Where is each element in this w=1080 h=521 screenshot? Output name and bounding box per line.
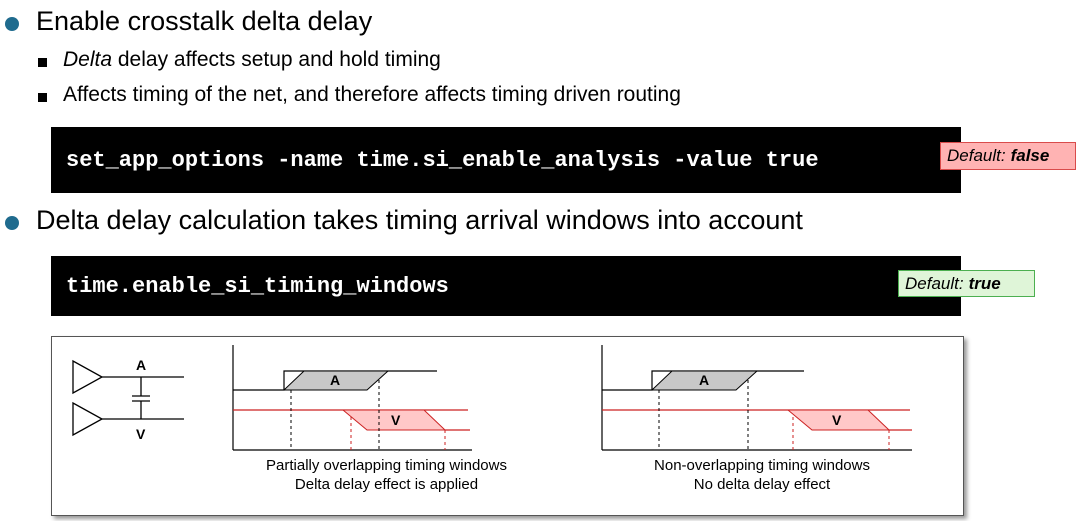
- sub-bullet-square-2: [38, 93, 47, 102]
- default-true-value: true: [968, 273, 1001, 293]
- right-caption-line2: No delta delay effect: [693, 476, 831, 493]
- bullet-1-text: Enable crosstalk delta delay: [36, 6, 373, 36]
- net-v-label: V: [136, 426, 146, 442]
- code-block-1-text: set_app_options -name time.si_enable_ana…: [66, 147, 819, 173]
- default-true-label: Default:: [905, 273, 964, 293]
- bullet-2-text: Delta delay calculation takes timing arr…: [36, 205, 803, 235]
- code-block-2: time.enable_si_timing_windows: [51, 256, 961, 316]
- default-false-label: Default:: [947, 146, 1006, 165]
- buffer-v-icon: [72, 401, 104, 437]
- net-a-label: A: [136, 357, 146, 373]
- sub-bullet-2-text: Affects timing of the net, and therefore…: [63, 83, 681, 107]
- sub-bullet-square-1: [38, 58, 47, 67]
- right-window-a-label: A: [699, 372, 709, 388]
- default-false-badge: Default: false: [940, 142, 1076, 170]
- default-true-badge: Default: true: [898, 270, 1035, 297]
- default-false-value: false: [1010, 146, 1050, 165]
- crosstalk-circuit: [72, 359, 184, 437]
- bullet-dot-2: [5, 216, 19, 230]
- left-timing-diagram: A V: [232, 345, 472, 451]
- sub-bullet-2-rest: Affects timing of the net, and therefore…: [63, 83, 681, 106]
- buffer-a-icon: [72, 359, 104, 395]
- left-window-a-label: A: [330, 372, 340, 388]
- bullet-dot-1: [5, 17, 19, 31]
- right-timing-diagram: A V: [601, 345, 912, 451]
- right-caption-line1: Non-overlapping timing windows: [654, 457, 870, 474]
- timing-window-figure: A V A V A V Partially overlapping timing…: [51, 336, 964, 516]
- sub-bullet-1-italic: Delta: [63, 48, 113, 71]
- left-caption-line2: Delta delay effect is applied: [294, 476, 479, 493]
- sub-bullet-1-text: Delta delay affects setup and hold timin…: [63, 48, 441, 72]
- left-caption-line1: Partially overlapping timing windows: [266, 457, 507, 474]
- code-block-1: set_app_options -name time.si_enable_ana…: [51, 127, 961, 193]
- left-window-v-label: V: [391, 412, 401, 428]
- right-window-v-label: V: [832, 412, 842, 428]
- sub-bullet-1-rest: delay affects setup and hold timing: [112, 48, 441, 71]
- code-block-2-text: time.enable_si_timing_windows: [66, 273, 449, 299]
